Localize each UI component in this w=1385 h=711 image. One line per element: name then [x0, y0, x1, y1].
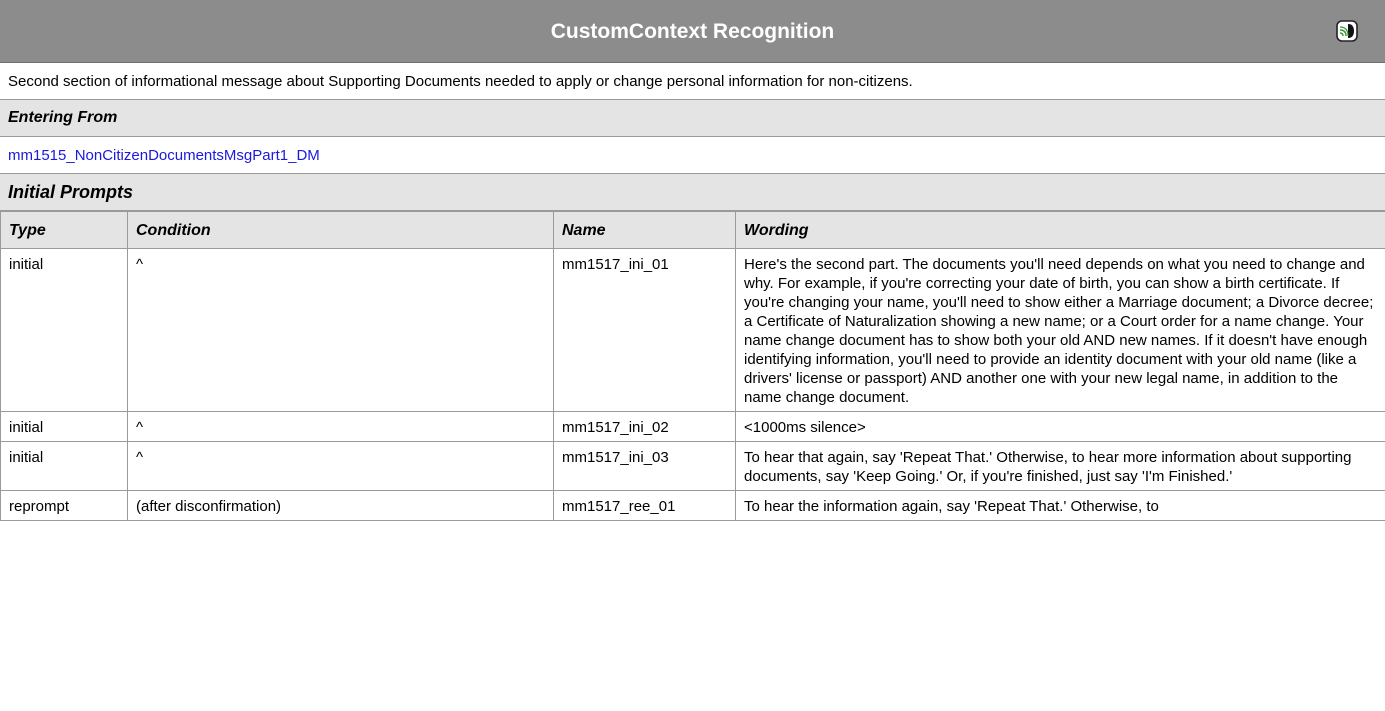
table-row: reprompt (after disconfirmation) mm1517_… [0, 490, 1385, 521]
speech-icon [1336, 20, 1358, 42]
table-row: initial ^ mm1517_ini_01 Here's the secon… [0, 248, 1385, 412]
entering-from-label: Entering From [8, 109, 118, 126]
description-row: Second section of informational message … [0, 63, 1385, 100]
cell-name: mm1517_ini_03 [553, 441, 736, 491]
page-title: CustomContext Recognition [550, 20, 835, 43]
cell-condition: ^ [127, 441, 554, 491]
cell-wording: Here's the second part. The documents yo… [735, 248, 1385, 412]
initial-prompts-label: Initial Prompts [8, 181, 134, 202]
table-row: initial ^ mm1517_ini_03 To hear that aga… [0, 441, 1385, 491]
entering-from-link[interactable]: mm1515_NonCitizenDocumentsMsgPart1_DM [8, 147, 320, 164]
page: CustomContext Recognition Second section… [0, 0, 1385, 711]
table-header-row: Type Condition Name Wording [0, 211, 1385, 249]
entering-from-header: Entering From [0, 100, 1385, 137]
initial-prompts-header: Initial Prompts [0, 174, 1385, 211]
entering-from-row: mm1515_NonCitizenDocumentsMsgPart1_DM [0, 137, 1385, 174]
cell-name: mm1517_ini_01 [553, 248, 736, 412]
cell-name: mm1517_ini_02 [553, 411, 736, 442]
table-row: initial ^ mm1517_ini_02 <1000ms silence> [0, 411, 1385, 442]
cell-wording: <1000ms silence> [735, 411, 1385, 442]
cell-condition: ^ [127, 248, 554, 412]
cell-type: initial [0, 248, 128, 412]
cell-name: mm1517_ree_01 [553, 490, 736, 521]
column-header-name: Name [553, 211, 736, 249]
cell-wording: To hear the information again, say 'Repe… [735, 490, 1385, 521]
column-header-condition: Condition [127, 211, 554, 249]
cell-condition: (after disconfirmation) [127, 490, 554, 521]
cell-type: reprompt [0, 490, 128, 521]
cell-wording: To hear that again, say 'Repeat That.' O… [735, 441, 1385, 491]
title-bar: CustomContext Recognition [0, 0, 1385, 63]
cell-condition: ^ [127, 411, 554, 442]
cell-type: initial [0, 441, 128, 491]
prompts-table: Type Condition Name Wording initial ^ mm… [0, 211, 1385, 521]
column-header-type: Type [0, 211, 128, 249]
cell-type: initial [0, 411, 128, 442]
column-header-wording: Wording [735, 211, 1385, 249]
description-text: Second section of informational message … [8, 72, 913, 90]
